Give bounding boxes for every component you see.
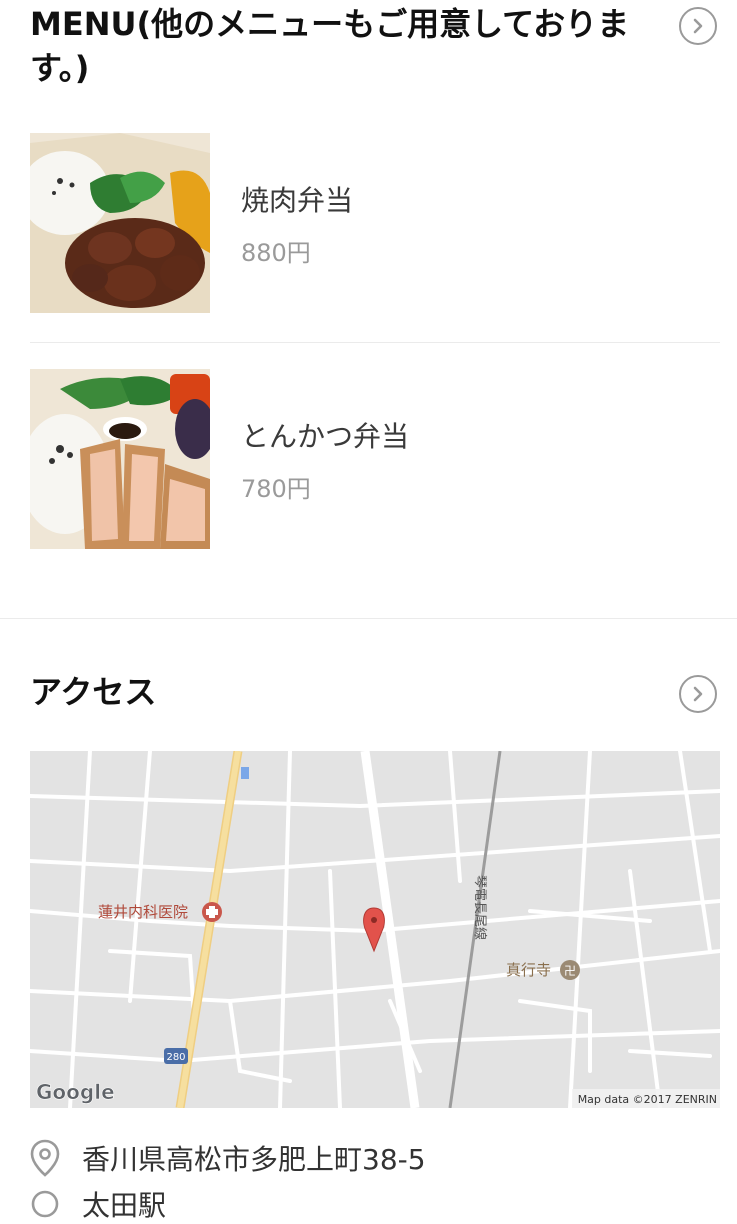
hospital-icon xyxy=(202,902,222,922)
station-row[interactable]: 太田駅 xyxy=(30,1184,166,1224)
section-divider xyxy=(0,618,737,619)
svg-text:卍: 卍 xyxy=(564,964,576,978)
access-section-header: アクセス xyxy=(30,668,719,718)
menu-item-price: 880円 xyxy=(241,239,311,267)
menu-item[interactable]: とんかつ弁当 780円 xyxy=(30,369,720,549)
tonkatsu-bento-photo xyxy=(30,369,210,549)
chevron-right-icon xyxy=(693,686,703,702)
yakiniku-bento-photo xyxy=(30,133,210,313)
access-map[interactable]: 蓮井内科医院 真行寺 卍 琴電長尾線 280 Google Map data ©… xyxy=(30,751,720,1108)
map-canvas: 蓮井内科医院 真行寺 卍 琴電長尾線 280 Google Map data ©… xyxy=(30,751,720,1108)
address-text: 香川県高松市多肥上町38-5 xyxy=(82,1143,426,1176)
access-more-button[interactable] xyxy=(679,675,717,713)
clock-icon xyxy=(31,1190,59,1218)
menu-item-name: 焼肉弁当 xyxy=(241,184,354,217)
route-shield: 280 xyxy=(164,1048,188,1064)
menu-item-name: とんかつ弁当 xyxy=(241,420,410,453)
menu-more-button[interactable] xyxy=(679,7,717,45)
menu-item-price: 780円 xyxy=(241,475,311,503)
station-text: 太田駅 xyxy=(82,1189,167,1222)
map-label-clinic: 蓮井内科医院 xyxy=(98,903,188,921)
access-section-title: アクセス xyxy=(30,673,157,711)
menu-section-title: MENU(他のメニューもご用意しております。) xyxy=(30,5,630,87)
map-label-temple: 真行寺 xyxy=(506,961,551,979)
address-row[interactable]: 香川県高松市多肥上町38-5 xyxy=(30,1136,426,1180)
map-credit: Map data ©2017 ZENRIN xyxy=(578,1093,717,1106)
map-label-railway: 琴電長尾線 xyxy=(472,875,488,940)
menu-item-divider xyxy=(30,342,720,343)
location-pin-icon xyxy=(30,1139,60,1177)
svg-text:280: 280 xyxy=(166,1052,185,1063)
temple-icon: 卍 xyxy=(560,960,580,980)
menu-section-header: MENU(他のメニューもご用意しております。) xyxy=(30,0,719,100)
chevron-right-icon xyxy=(693,18,703,34)
google-logo: Google xyxy=(36,1080,115,1104)
menu-item[interactable]: 焼肉弁当 880円 xyxy=(30,133,720,313)
